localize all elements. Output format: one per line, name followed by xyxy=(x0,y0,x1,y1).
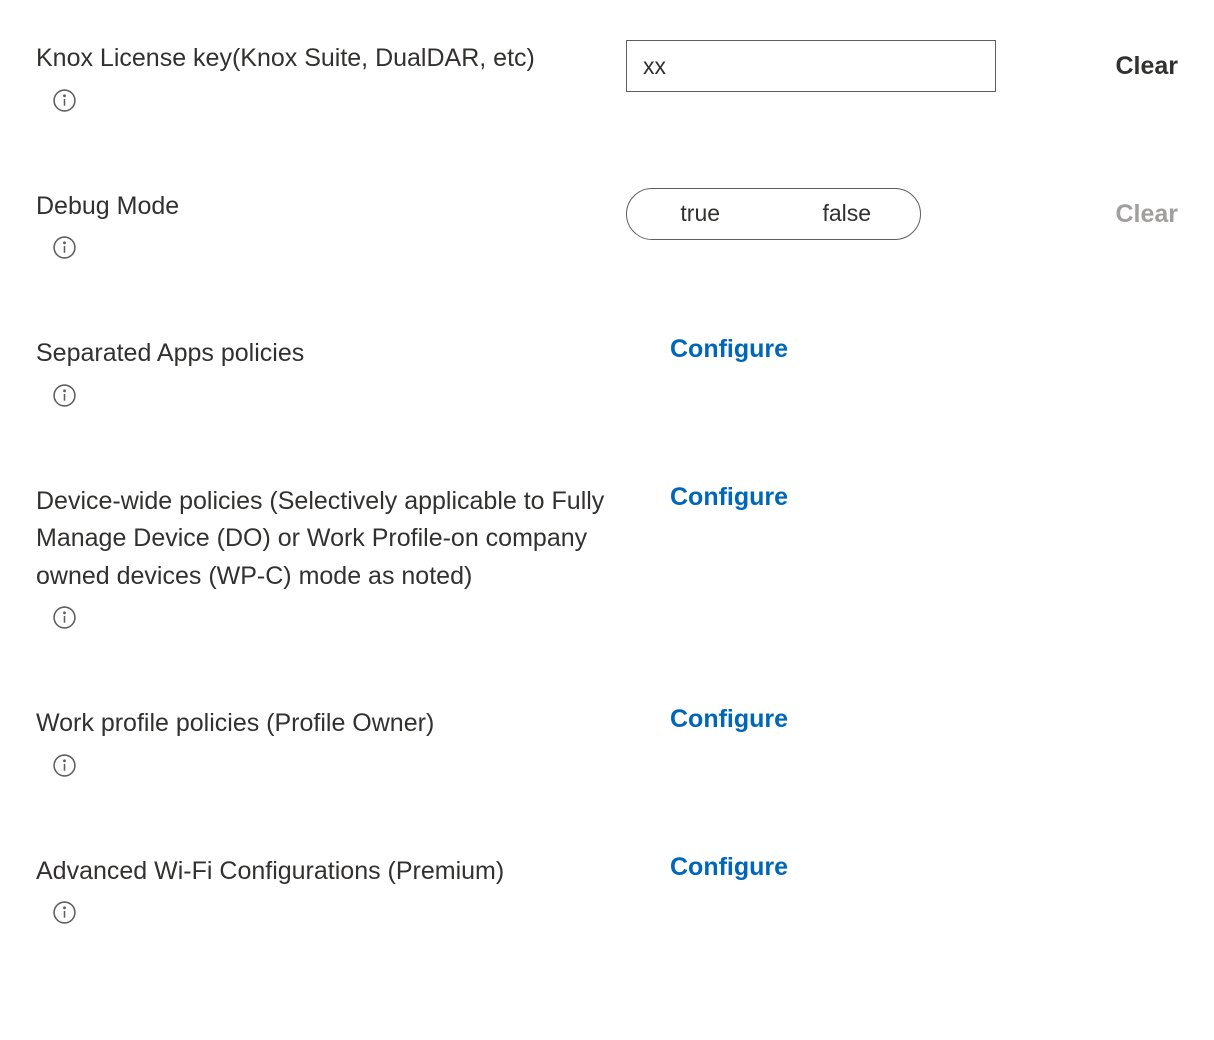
control-col: Configure xyxy=(626,853,1178,882)
clear-button[interactable]: Clear xyxy=(1115,40,1178,81)
knox-license-input[interactable] xyxy=(626,40,996,92)
info-icon[interactable] xyxy=(52,88,77,113)
setting-row-wifi-config: Advanced Wi-Fi Configurations (Premium) … xyxy=(36,853,1178,931)
control-wrapper: Configure xyxy=(626,335,788,364)
info-icon[interactable] xyxy=(52,605,77,630)
control-wrapper: Configure xyxy=(626,483,788,512)
setting-row-debug-mode: Debug Mode true false Clear xyxy=(36,188,1178,266)
configure-link[interactable]: Configure xyxy=(670,705,788,734)
label-col: Advanced Wi-Fi Configurations (Premium) xyxy=(36,853,626,931)
setting-row-separated-apps: Separated Apps policies Configure xyxy=(36,335,1178,413)
setting-label: Knox License key(Knox Suite, DualDAR, et… xyxy=(36,40,626,78)
setting-label: Device-wide policies (Selectively applic… xyxy=(36,483,626,596)
label-col: Device-wide policies (Selectively applic… xyxy=(36,483,626,636)
control-col: Clear xyxy=(626,40,1178,92)
control-wrapper: true false xyxy=(626,188,921,240)
control-col: Configure xyxy=(626,483,1178,512)
clear-button: Clear xyxy=(1115,188,1178,229)
toggle-true[interactable]: true xyxy=(627,189,774,239)
setting-label: Debug Mode xyxy=(36,188,626,226)
control-col: Configure xyxy=(626,335,1178,364)
control-col: Configure xyxy=(626,705,1178,734)
toggle-false[interactable]: false xyxy=(774,189,921,239)
configure-link[interactable]: Configure xyxy=(670,483,788,512)
control-wrapper: Configure xyxy=(626,853,788,882)
info-icon[interactable] xyxy=(52,383,77,408)
control-wrapper xyxy=(626,40,996,92)
configure-link[interactable]: Configure xyxy=(670,853,788,882)
debug-mode-toggle: true false xyxy=(626,188,921,240)
configure-link[interactable]: Configure xyxy=(670,335,788,364)
label-col: Debug Mode xyxy=(36,188,626,266)
info-icon[interactable] xyxy=(52,235,77,260)
setting-row-knox-license: Knox License key(Knox Suite, DualDAR, et… xyxy=(36,40,1178,118)
setting-label: Work profile policies (Profile Owner) xyxy=(36,705,626,743)
control-wrapper: Configure xyxy=(626,705,788,734)
setting-row-work-profile: Work profile policies (Profile Owner) Co… xyxy=(36,705,1178,783)
setting-label: Advanced Wi-Fi Configurations (Premium) xyxy=(36,853,626,891)
label-col: Separated Apps policies xyxy=(36,335,626,413)
info-icon[interactable] xyxy=(52,900,77,925)
setting-row-device-wide: Device-wide policies (Selectively applic… xyxy=(36,483,1178,636)
label-col: Work profile policies (Profile Owner) xyxy=(36,705,626,783)
control-col: true false Clear xyxy=(626,188,1178,240)
info-icon[interactable] xyxy=(52,753,77,778)
setting-label: Separated Apps policies xyxy=(36,335,626,373)
label-col: Knox License key(Knox Suite, DualDAR, et… xyxy=(36,40,626,118)
